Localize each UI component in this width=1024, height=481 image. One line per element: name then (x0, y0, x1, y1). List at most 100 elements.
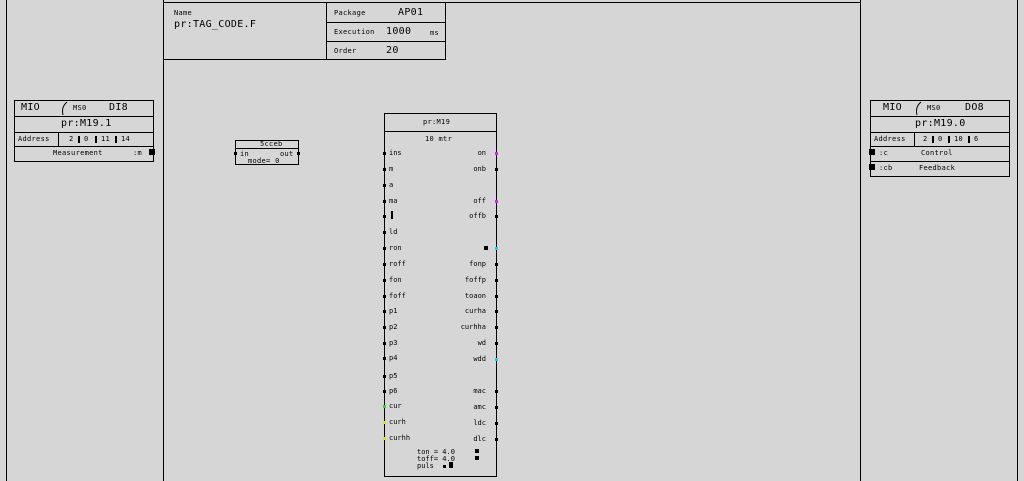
address-part[interactable]: 0 (84, 136, 89, 143)
input-pin[interactable] (383, 279, 386, 282)
io-channel[interactable]: DO8 (965, 103, 984, 113)
address-part[interactable]: 10 (954, 136, 963, 143)
right-io-block[interactable]: MIO MS0 DO8 pr:M19.0 Address 2 0 10 6 :c… (869, 100, 1010, 177)
input-label: p2 (389, 323, 398, 331)
output-pin[interactable] (495, 406, 498, 409)
control-port: :c (879, 149, 889, 157)
io-ms: MS0 (73, 104, 87, 112)
package-value[interactable]: AP01 (398, 8, 423, 18)
output-pin[interactable] (297, 152, 300, 155)
output-pin-cyan[interactable] (495, 247, 498, 250)
input-pin[interactable] (383, 215, 386, 218)
input-pin[interactable] (383, 357, 386, 360)
address-part[interactable]: 2 (923, 136, 928, 143)
signal-label: Measurement (53, 149, 103, 157)
order-value[interactable]: 20 (386, 46, 399, 56)
output-label: curha (464, 307, 486, 315)
output-label: wd (477, 339, 486, 347)
address-part[interactable]: 0 (938, 136, 943, 143)
input-pin[interactable] (383, 184, 386, 187)
output-pin[interactable] (495, 326, 498, 329)
io-tag[interactable]: pr:M19.0 (915, 119, 966, 129)
output-pin[interactable] (495, 295, 498, 298)
right-border-line (1017, 0, 1018, 481)
io-row-line (15, 132, 153, 133)
output-pin[interactable] (495, 215, 498, 218)
output-pin-magenta[interactable] (495, 152, 498, 155)
main-function-block[interactable]: pr:M19 10 mtr ins m a ma ld ron roff fon… (383, 113, 498, 477)
input-pin[interactable] (383, 390, 386, 393)
input-pin[interactable] (234, 152, 237, 155)
input-pin[interactable] (383, 168, 386, 171)
input-label: p3 (389, 339, 398, 347)
input-label: p6 (389, 387, 398, 395)
input-pin[interactable] (383, 310, 386, 313)
input-label: p5 (389, 372, 398, 380)
execution-value[interactable]: 1000 (386, 27, 411, 37)
header-row-line (326, 22, 446, 23)
input-pin-yellow[interactable] (383, 437, 386, 440)
feedback-port: :cb (879, 164, 893, 172)
input-label: ins (389, 149, 402, 157)
input-pin[interactable] (383, 375, 386, 378)
address-part[interactable]: 11 (101, 136, 110, 143)
name-label: Name (174, 9, 193, 17)
address-divider (58, 132, 59, 146)
address-label: Address (874, 135, 906, 143)
input-pin[interactable] (383, 295, 386, 298)
name-value[interactable]: pr:TAG_CODE.F (174, 20, 256, 30)
address-part[interactable]: 6 (974, 136, 979, 143)
input-pin[interactable] (383, 152, 386, 155)
output-pin[interactable] (495, 342, 498, 345)
output-pin-magenta[interactable] (495, 200, 498, 203)
address-separator (115, 136, 117, 143)
param-puls[interactable]: puls (417, 463, 434, 470)
input-pin-green[interactable] (383, 405, 386, 408)
output-port-square[interactable] (149, 149, 155, 155)
address-separator (95, 136, 97, 143)
output-pin[interactable] (495, 390, 498, 393)
input-pin[interactable] (383, 326, 386, 329)
address-part[interactable]: 2 (69, 136, 74, 143)
address-part[interactable]: 14 (121, 136, 130, 143)
input-pin[interactable] (383, 231, 386, 234)
input-marker (391, 211, 393, 219)
output-label: offb (469, 212, 486, 220)
input-pin[interactable] (383, 200, 386, 203)
output-pin[interactable] (495, 168, 498, 171)
input-pin-yellow[interactable] (383, 421, 386, 424)
address-separator (968, 136, 970, 143)
block-tag[interactable]: pr:M19 (423, 119, 450, 126)
output-pin[interactable] (495, 438, 498, 441)
order-label: Order (334, 47, 357, 55)
address-label: Address (18, 135, 50, 143)
input-pin[interactable] (383, 342, 386, 345)
input-port-square[interactable] (869, 164, 875, 170)
output-pin[interactable] (495, 263, 498, 266)
left-io-block[interactable]: MIO MS0 DI8 pr:M19.1 Address 2 0 11 14 M… (14, 100, 155, 162)
input-label: ld (389, 228, 398, 236)
output-label: wdd (473, 355, 486, 363)
output-label: off (473, 197, 486, 205)
param-marker (475, 456, 479, 460)
input-label: ma (389, 197, 398, 205)
header-row-line (326, 41, 446, 42)
left-panel-divider (163, 0, 164, 481)
output-pin[interactable] (495, 422, 498, 425)
signal-port: :m (133, 149, 143, 157)
output-pin[interactable] (495, 310, 498, 313)
input-pin[interactable] (383, 263, 386, 266)
output-pin[interactable] (495, 279, 498, 282)
output-label: dlc (473, 435, 486, 443)
input-label: p1 (389, 307, 398, 315)
address-separator (948, 136, 950, 143)
param-marker (475, 449, 479, 453)
io-channel[interactable]: DI8 (109, 103, 128, 113)
address-divider (914, 132, 915, 146)
output-pin-cyan[interactable] (495, 358, 498, 361)
input-pin[interactable] (383, 247, 386, 250)
small-function-block[interactable]: 5cceb in out mode= 0 (234, 140, 300, 165)
input-port-square[interactable] (869, 149, 875, 155)
input-label: fon (389, 276, 402, 284)
io-tag[interactable]: pr:M19.1 (61, 119, 112, 129)
